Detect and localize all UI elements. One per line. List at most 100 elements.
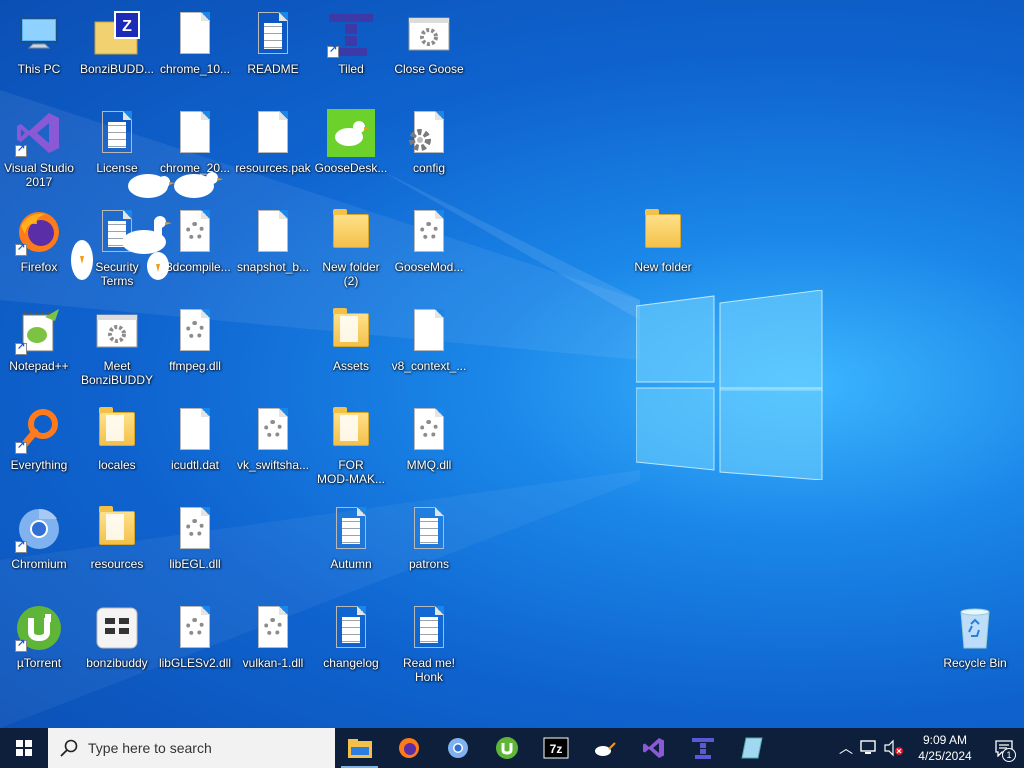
start-button[interactable] bbox=[0, 728, 48, 768]
settings-icon bbox=[93, 307, 141, 355]
desktop-icon-v8-context[interactable]: v8_context_... bbox=[390, 301, 468, 397]
gear-icon bbox=[249, 604, 297, 652]
desktop-icon-snapshot-b[interactable]: snapshot_b... bbox=[234, 202, 312, 298]
taskbar-app-notepad[interactable] bbox=[727, 728, 776, 768]
svg-text:Z: Z bbox=[122, 18, 132, 35]
clock-time: 9:09 AM bbox=[922, 733, 968, 747]
desktop-icon-libegl-dll[interactable]: libEGL.dll bbox=[156, 499, 234, 595]
zip-icon: Z bbox=[93, 10, 141, 58]
shortcut-arrow-icon bbox=[327, 44, 339, 58]
desktop[interactable]: This PCVisual Studio 2017FirefoxNotepad+… bbox=[0, 0, 1024, 728]
taskbar-apps: 7z bbox=[335, 728, 776, 768]
doc-icon bbox=[405, 307, 453, 355]
desktop-icon-resources-pak[interactable]: resources.pak bbox=[234, 103, 312, 199]
desktop-icon-label: patrons bbox=[408, 557, 450, 571]
search-icon bbox=[60, 739, 78, 757]
desktop-icon-vulkan-1-dll[interactable]: vulkan-1.dll bbox=[234, 598, 312, 694]
desktop-icon-new-folder[interactable]: New folder bbox=[624, 202, 702, 298]
desktop-icon-read-me-honk[interactable]: Read me! Honk bbox=[390, 598, 468, 694]
desktop-icon-autumn[interactable]: Autumn bbox=[312, 499, 390, 595]
desktop-icon-patrons[interactable]: patrons bbox=[390, 499, 468, 595]
desktop-icon-label: config bbox=[412, 161, 446, 175]
desktop-icon-chrome-10[interactable]: chrome_10... bbox=[156, 4, 234, 100]
svg-text:7z: 7z bbox=[549, 742, 562, 756]
taskbar-app-tiled[interactable] bbox=[678, 728, 727, 768]
desktop-icon-bonzibudd[interactable]: Z BonziBUDD... bbox=[78, 4, 156, 100]
shortcut-arrow-icon bbox=[15, 143, 27, 157]
desktop-icon-vk-swiftsha[interactable]: vk_swiftsha... bbox=[234, 400, 312, 496]
doc-icon bbox=[171, 10, 219, 58]
taskbar-app-firefox[interactable] bbox=[384, 728, 433, 768]
goose-sprite[interactable] bbox=[174, 172, 223, 198]
desktop-icon-close-goose[interactable]: Close Goose bbox=[390, 4, 468, 100]
desktop-icon-resources[interactable]: resources bbox=[78, 499, 156, 595]
taskbar-app-utorrent[interactable] bbox=[482, 728, 531, 768]
goose-sprite[interactable] bbox=[147, 252, 169, 280]
desktop-icon-recycle-bin[interactable]: Recycle Bin bbox=[936, 598, 1014, 694]
folder-icon bbox=[639, 208, 687, 256]
taskbar-search-box[interactable]: Type here to search bbox=[48, 728, 335, 768]
desktop-icon-assets[interactable]: Assets bbox=[312, 301, 390, 397]
config-icon bbox=[405, 109, 453, 157]
chromium-icon bbox=[446, 736, 470, 760]
desktop-icon-label: Close Goose bbox=[394, 62, 464, 76]
desktop-icon-this-pc[interactable]: This PC bbox=[0, 4, 78, 100]
desktop-icon-label: GooseDesk... bbox=[314, 161, 388, 175]
desktop-icon-label: changelog bbox=[323, 656, 379, 670]
desktop-icon-meet-bonzibuddy[interactable]: Meet BonziBUDDY bbox=[78, 301, 156, 397]
desktop-icon-chromium[interactable]: Chromium bbox=[0, 499, 78, 595]
desktop-icon-changelog[interactable]: changelog bbox=[312, 598, 390, 694]
folderpaper-icon bbox=[327, 406, 375, 454]
network-icon[interactable] bbox=[858, 739, 882, 757]
everything-icon bbox=[15, 406, 63, 454]
desktop-icon-libglesv2-dll[interactable]: libGLESv2.dll bbox=[156, 598, 234, 694]
desktop-icon-ffmpeg-dll[interactable]: ffmpeg.dll bbox=[156, 301, 234, 397]
desktop-icon-locales[interactable]: locales bbox=[78, 400, 156, 496]
show-hidden-icons-chevron-icon[interactable]: ︿ bbox=[834, 738, 858, 758]
visual-studio-icon bbox=[642, 736, 666, 760]
desktop-icon-label: vulkan-1.dll bbox=[242, 656, 304, 670]
desktop-icon-bonzibuddy[interactable]: bonzibuddy bbox=[78, 598, 156, 694]
desktop-icon-everything[interactable]: Everything bbox=[0, 400, 78, 496]
taskbar-app-7zip[interactable]: 7z bbox=[531, 728, 580, 768]
7zip-icon: 7z bbox=[543, 737, 569, 759]
action-center-button[interactable]: 1 bbox=[984, 728, 1024, 768]
taskbar-app-visual-studio[interactable] bbox=[629, 728, 678, 768]
desktop-icon-mmq-dll[interactable]: MMQ.dll bbox=[390, 400, 468, 496]
desktop-icon-goosemod[interactable]: GooseMod... bbox=[390, 202, 468, 298]
desktop-icon-goosedesk[interactable]: GooseDesk... bbox=[312, 103, 390, 199]
taskbar-app-goose[interactable] bbox=[580, 728, 629, 768]
desktop-icon-config[interactable]: config bbox=[390, 103, 468, 199]
desktop-icon-for-mod-mak[interactable]: FOR MOD-MAK... bbox=[312, 400, 390, 496]
desktop-icon-label: Read me! Honk bbox=[402, 656, 456, 684]
goose-sprite[interactable] bbox=[128, 174, 175, 198]
desktop-icon-readme[interactable]: README bbox=[234, 4, 312, 100]
desktop-icon-torrent[interactable]: µTorrent bbox=[0, 598, 78, 694]
volume-muted-icon[interactable] bbox=[882, 739, 906, 757]
settings-icon bbox=[405, 10, 453, 58]
desktop-icon-tiled[interactable]: Tiled bbox=[312, 4, 390, 100]
desktop-icon-label: bonzibuddy bbox=[86, 656, 148, 670]
desktop-icon-new-folder-2[interactable]: New folder (2) bbox=[312, 202, 390, 298]
goose-sprite[interactable] bbox=[71, 240, 93, 280]
desktop-icon-label: vk_swiftsha... bbox=[236, 458, 310, 472]
taskbar-clock[interactable]: 9:09 AM 4/25/2024 bbox=[906, 732, 984, 764]
windows-icon bbox=[16, 740, 32, 756]
gear-icon bbox=[249, 406, 297, 454]
desktop-icon-notepad[interactable]: Notepad++ bbox=[0, 301, 78, 397]
taskbar-app-file-explorer[interactable] bbox=[335, 728, 384, 768]
desktop-icon-icudtl-dat[interactable]: icudtl.dat bbox=[156, 400, 234, 496]
desktop-icon-label: GooseMod... bbox=[394, 260, 464, 274]
firefox-icon bbox=[397, 736, 421, 760]
goose-sprites[interactable] bbox=[66, 160, 236, 284]
gear-icon bbox=[405, 406, 453, 454]
notepad-icon bbox=[740, 736, 764, 760]
goose-icon bbox=[327, 109, 375, 157]
goose-sprite[interactable] bbox=[122, 216, 172, 254]
shortcut-arrow-icon bbox=[15, 242, 27, 256]
desktop-icon-label: Everything bbox=[10, 458, 68, 472]
utorrent-icon bbox=[15, 604, 63, 652]
desktop-icon-label: resources bbox=[90, 557, 144, 571]
taskbar-app-chromium[interactable] bbox=[433, 728, 482, 768]
folderpaper-icon bbox=[93, 505, 141, 553]
